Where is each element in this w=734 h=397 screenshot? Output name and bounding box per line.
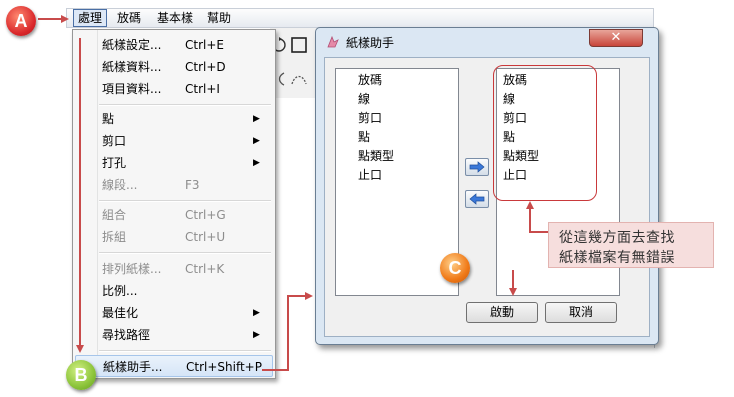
close-button[interactable]: ✕ [589,29,643,47]
step-badge-a: A [6,6,36,36]
menu-item-notch[interactable]: 剪口 ▶ [75,130,273,152]
menu-item-label: 點 [102,112,115,126]
menu-item-pattern-assistant[interactable]: 紙樣助手... Ctrl+Shift+P [75,355,273,377]
menu-item-label: 最佳化 [102,306,139,320]
menu-item-scale[interactable]: 比例... [75,280,273,302]
menu-item-label: 紙樣資料... [102,60,162,74]
remove-item-button[interactable] [465,190,489,208]
list-item[interactable]: 剪口 [358,109,382,128]
list-item[interactable]: 止口 [358,166,382,185]
menu-item-label: 比例... [102,284,138,298]
menu-separator [99,104,271,106]
submenu-arrow-icon: ▶ [253,136,260,146]
menu-item-label: 排列紙樣... [102,262,162,276]
menu-item-label: 紙樣助手... [103,360,163,374]
menu-item-shortcut: Ctrl+K [185,262,225,276]
menu-grading[interactable]: 放碼 [113,9,145,27]
menu-item-label: 項目資料... [102,82,162,96]
menu-item-drill-hole[interactable]: 打孔 ▶ [75,152,273,174]
menu-item-label: 組合 [102,208,127,222]
menu-item-group: 組合 Ctrl+G [75,204,273,226]
menu-item-point[interactable]: 點 ▶ [75,108,273,130]
menu-separator [99,200,271,202]
submenu-arrow-icon: ▶ [253,330,260,340]
menu-item-shortcut: Ctrl+U [185,230,226,244]
submenu-arrow-icon: ▶ [253,114,260,124]
menu-item-find-path[interactable]: 尋找路徑 ▶ [75,324,273,346]
arrow-left-icon [469,193,485,205]
rectangle-tool-icon[interactable] [290,36,308,54]
menu-item-item-data[interactable]: 項目資料... Ctrl+I [75,78,273,100]
menu-item-shortcut: Ctrl+G [185,208,226,222]
menu-separator [99,252,271,254]
callout-text-line2: 紙樣檔案有無錯誤 [559,250,675,266]
menu-item-optimize[interactable]: 最佳化 ▶ [75,302,273,324]
annotation-callout: 從這幾方面去查找 紙樣檔案有無錯誤 [548,222,714,268]
step-badge-b: B [66,360,96,390]
list-item[interactable]: 線 [358,90,370,109]
menu-item-arrange-patterns: 排列紙樣... Ctrl+K [75,258,273,280]
submenu-arrow-icon: ▶ [253,158,260,168]
list-item[interactable]: 點 [358,128,370,147]
menu-item-label: 打孔 [102,156,127,170]
menu-item-pattern-data[interactable]: 紙樣資料... Ctrl+D [75,56,273,78]
highlight-outline [493,65,597,201]
menu-basic-pattern[interactable]: 基本樣 [153,9,197,27]
list-item[interactable]: 放碼 [358,71,382,90]
menu-separator [99,350,271,352]
app-icon [327,35,339,48]
menu-item-shortcut: Ctrl+I [185,82,220,96]
menu-item-label: 尋找路徑 [102,328,151,342]
arc-tool-icon[interactable] [290,70,308,88]
menu-item-shortcut: Ctrl+D [185,60,226,74]
menu-item-shortcut: Ctrl+Shift+P [186,360,262,374]
menu-process[interactable]: 處理 [73,9,108,27]
menu-item-shortcut: F3 [185,178,200,192]
dialog-title: 紙樣助手 [346,36,395,50]
start-button[interactable]: 啟動 [466,302,538,323]
step-badge-c: C [440,253,470,283]
submenu-arrow-icon: ▶ [253,308,260,318]
arrow-right-icon [469,161,485,173]
menu-item-pattern-settings[interactable]: 紙樣設定... Ctrl+E [75,34,273,56]
add-item-button[interactable] [465,158,489,176]
menu-bar: 處理 放碼 基本樣 幫助 [66,8,654,28]
menu-item-label: 拆組 [102,230,127,244]
list-item[interactable]: 點類型 [358,147,394,166]
menu-item-ungroup: 拆組 Ctrl+U [75,226,273,248]
menu-item-label: 線段... [102,178,138,192]
process-dropdown-menu: 紙樣設定... Ctrl+E 紙樣資料... Ctrl+D 項目資料... Ct… [72,29,276,379]
menu-item-label: 紙樣設定... [102,38,162,52]
cancel-button[interactable]: 取消 [545,302,617,323]
menu-item-line-segment: 線段... F3 [75,174,273,196]
menu-item-label: 剪口 [102,134,127,148]
callout-text-line1: 從這幾方面去查找 [559,230,675,246]
menu-help[interactable]: 幫助 [203,9,235,27]
menu-item-shortcut: Ctrl+E [185,38,224,52]
